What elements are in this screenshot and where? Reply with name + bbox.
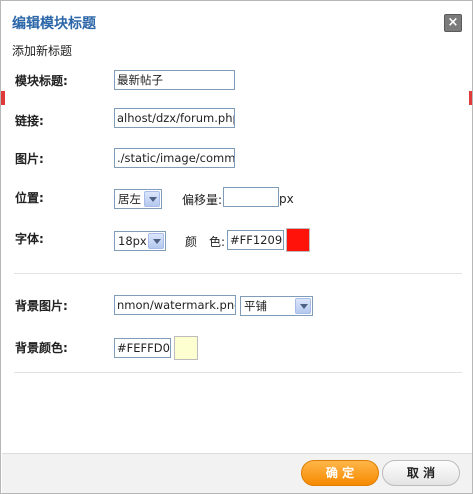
edge-marker-right <box>469 91 472 105</box>
bg-repeat-select[interactable]: 平铺 <box>240 296 313 316</box>
bg-image-label: 背景图片: <box>15 299 68 313</box>
font-color-label: 颜 色: <box>185 235 226 249</box>
chevron-down-icon <box>148 233 164 249</box>
font-size-select[interactable]: 18px <box>114 231 166 251</box>
module-title-input[interactable]: 最新帖子 <box>114 70 235 90</box>
font-label: 字体: <box>15 232 44 246</box>
module-title-label: 模块标题: <box>15 74 68 88</box>
image-label: 图片: <box>15 152 44 166</box>
offset-label: 偏移量: <box>182 193 223 207</box>
chevron-down-icon <box>144 191 160 207</box>
font-color-swatch[interactable] <box>286 228 310 252</box>
link-input[interactable]: alhost/dzx/forum.php <box>114 108 235 128</box>
dialog-subtitle: 添加新标题 <box>12 44 73 58</box>
dialog-title: 编辑模块标题 <box>12 16 96 32</box>
offset-input[interactable] <box>223 187 279 207</box>
bg-image-input[interactable]: nmon/watermark.png <box>114 295 236 315</box>
bg-color-swatch[interactable] <box>174 336 198 360</box>
section-divider <box>14 273 462 274</box>
position-label: 位置: <box>15 191 44 205</box>
position-select[interactable]: 居左 <box>114 189 162 209</box>
bg-repeat-select-value: 平铺 <box>244 299 267 313</box>
bg-color-input[interactable]: #FEFFD0 <box>114 338 171 358</box>
cancel-button[interactable]: 取 消 <box>382 460 460 486</box>
confirm-button[interactable]: 确 定 <box>301 460 379 486</box>
image-input[interactable]: ./static/image/commc <box>114 148 235 168</box>
link-label: 链接: <box>15 114 44 128</box>
offset-unit: px <box>279 192 294 206</box>
edge-marker-left <box>1 91 5 105</box>
close-icon[interactable]: × <box>444 14 462 32</box>
chevron-down-icon <box>295 298 311 314</box>
edit-module-title-dialog: 编辑模块标题 × 添加新标题 模块标题: 最新帖子 链接: alhost/dzx… <box>0 0 473 494</box>
section-divider <box>14 372 462 373</box>
position-select-value: 居左 <box>118 192 141 206</box>
font-size-select-value: 18px <box>118 234 147 248</box>
font-color-input[interactable]: #FF1209 <box>227 230 284 250</box>
bg-color-label: 背景颜色: <box>15 341 68 355</box>
